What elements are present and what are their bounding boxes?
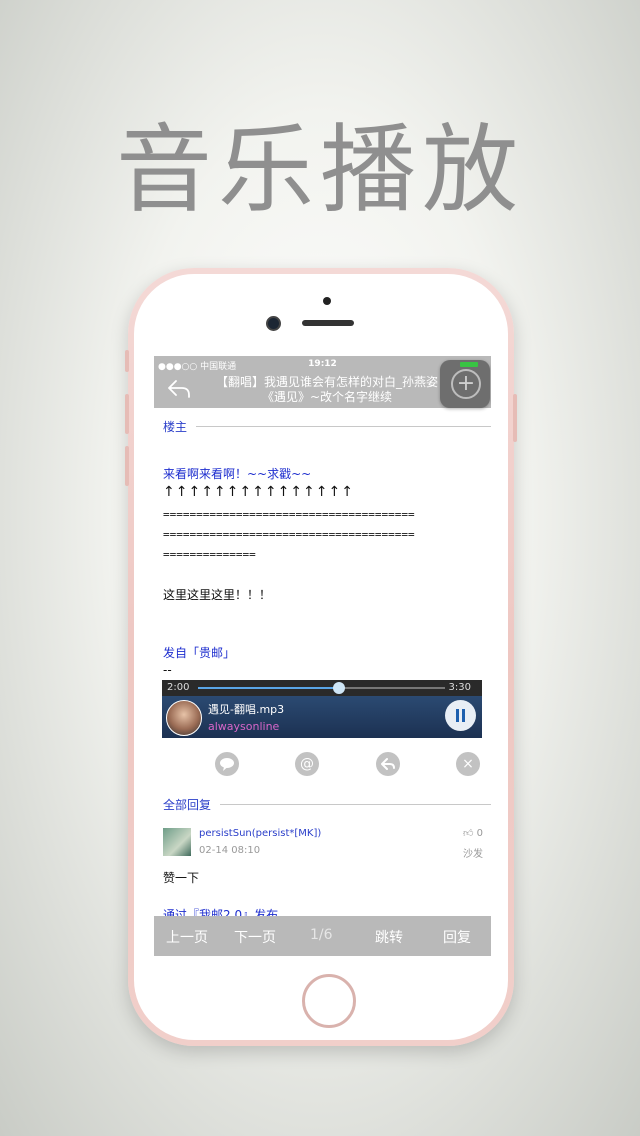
post-body: 这里这里这里！！！: [163, 588, 272, 602]
player-body: 遇见-翻唱.mp3 alwaysonline: [162, 696, 482, 738]
home-button[interactable]: [302, 974, 356, 1028]
bottom-toolbar: 上一页 下一页 1/6 跳转 回复: [154, 916, 491, 956]
thread-title-line1: 【翻唱】我遇见谁会有怎样的对白_孙燕姿: [215, 375, 438, 389]
prev-page-button[interactable]: 上一页: [166, 927, 208, 947]
progress-knob[interactable]: [332, 682, 345, 694]
pause-icon[interactable]: [445, 700, 476, 731]
song-title: 遇见-翻唱.mp3: [208, 703, 285, 716]
thread-title-line2: 《遇见》~改个名字继续: [261, 390, 393, 404]
mention-icon[interactable]: @: [295, 752, 319, 776]
divider: [220, 804, 491, 805]
post-headline: 来看啊来看啊！~~求戳~~: [163, 467, 312, 481]
progress-fill: [198, 687, 339, 689]
artist-name[interactable]: alwaysonline: [208, 720, 279, 733]
volume-up-button: [125, 394, 129, 434]
reply-floor: 沙发: [463, 849, 483, 860]
hero-title: 音乐播放: [116, 114, 524, 226]
plus-icon: +: [451, 369, 481, 399]
post-eq-line-3: ==============: [163, 548, 256, 561]
post-eq-line-2: ======================================: [163, 528, 415, 541]
jump-button[interactable]: 跳转: [375, 927, 403, 947]
volume-down-button: [125, 446, 129, 486]
post-separator: --: [163, 663, 172, 677]
earpiece: [302, 320, 354, 326]
music-player: 2:00 3:30 遇见-翻唱.mp3 alwaysonline: [162, 680, 482, 738]
all-replies-label: 全部回复: [163, 798, 212, 812]
total-time: 3:30: [448, 682, 471, 693]
back-arrow-icon[interactable]: [166, 378, 192, 400]
page-indicator: 1/6: [310, 927, 333, 943]
like-count[interactable]: 👍︎ 0: [463, 827, 483, 839]
thumbs-up-icon: 👍︎: [462, 828, 474, 839]
reply-arrow-icon[interactable]: [376, 752, 400, 776]
assistive-touch-button[interactable]: +: [440, 360, 490, 408]
mute-switch: [125, 350, 129, 372]
post-actions: @ ×: [154, 746, 491, 782]
post-eq-line-1: ======================================: [163, 508, 415, 521]
reply-avatar[interactable]: [163, 828, 191, 856]
post-arrows: ↑↑↑↑↑↑↑↑↑↑↑↑↑↑↑: [163, 484, 354, 500]
thread-title: 【翻唱】我遇见谁会有怎样的对白_孙燕姿 《遇见》~改个名字继续: [210, 375, 444, 405]
power-button: [513, 394, 517, 442]
current-time: 2:00: [167, 682, 190, 693]
next-page-button[interactable]: 下一页: [234, 927, 276, 947]
like-count-value: 0: [476, 828, 483, 839]
post-source: 发自「贵邮」: [163, 646, 236, 660]
progress-row: 2:00 3:30: [162, 680, 482, 696]
app-screen: ●●●○○ 中国联通 19:12 【翻唱】我遇见谁会有怎样的对白_孙燕姿 《遇见…: [154, 356, 491, 956]
divider: [196, 426, 491, 427]
singer-avatar: [166, 700, 202, 736]
reply-text: 赞一下: [163, 871, 200, 885]
comment-icon[interactable]: [215, 752, 239, 776]
battery-indicator: [460, 362, 478, 367]
front-camera: [268, 318, 279, 329]
sensor-dot: [323, 297, 331, 305]
reply-timestamp: 02-14 08:10: [199, 845, 261, 856]
owner-label: 楼主: [163, 420, 188, 434]
reply-button[interactable]: 回复: [443, 927, 471, 947]
close-icon[interactable]: ×: [456, 752, 480, 776]
reply-username[interactable]: persistSun(persist*[MK]): [199, 828, 321, 839]
progress-track[interactable]: [198, 682, 445, 694]
